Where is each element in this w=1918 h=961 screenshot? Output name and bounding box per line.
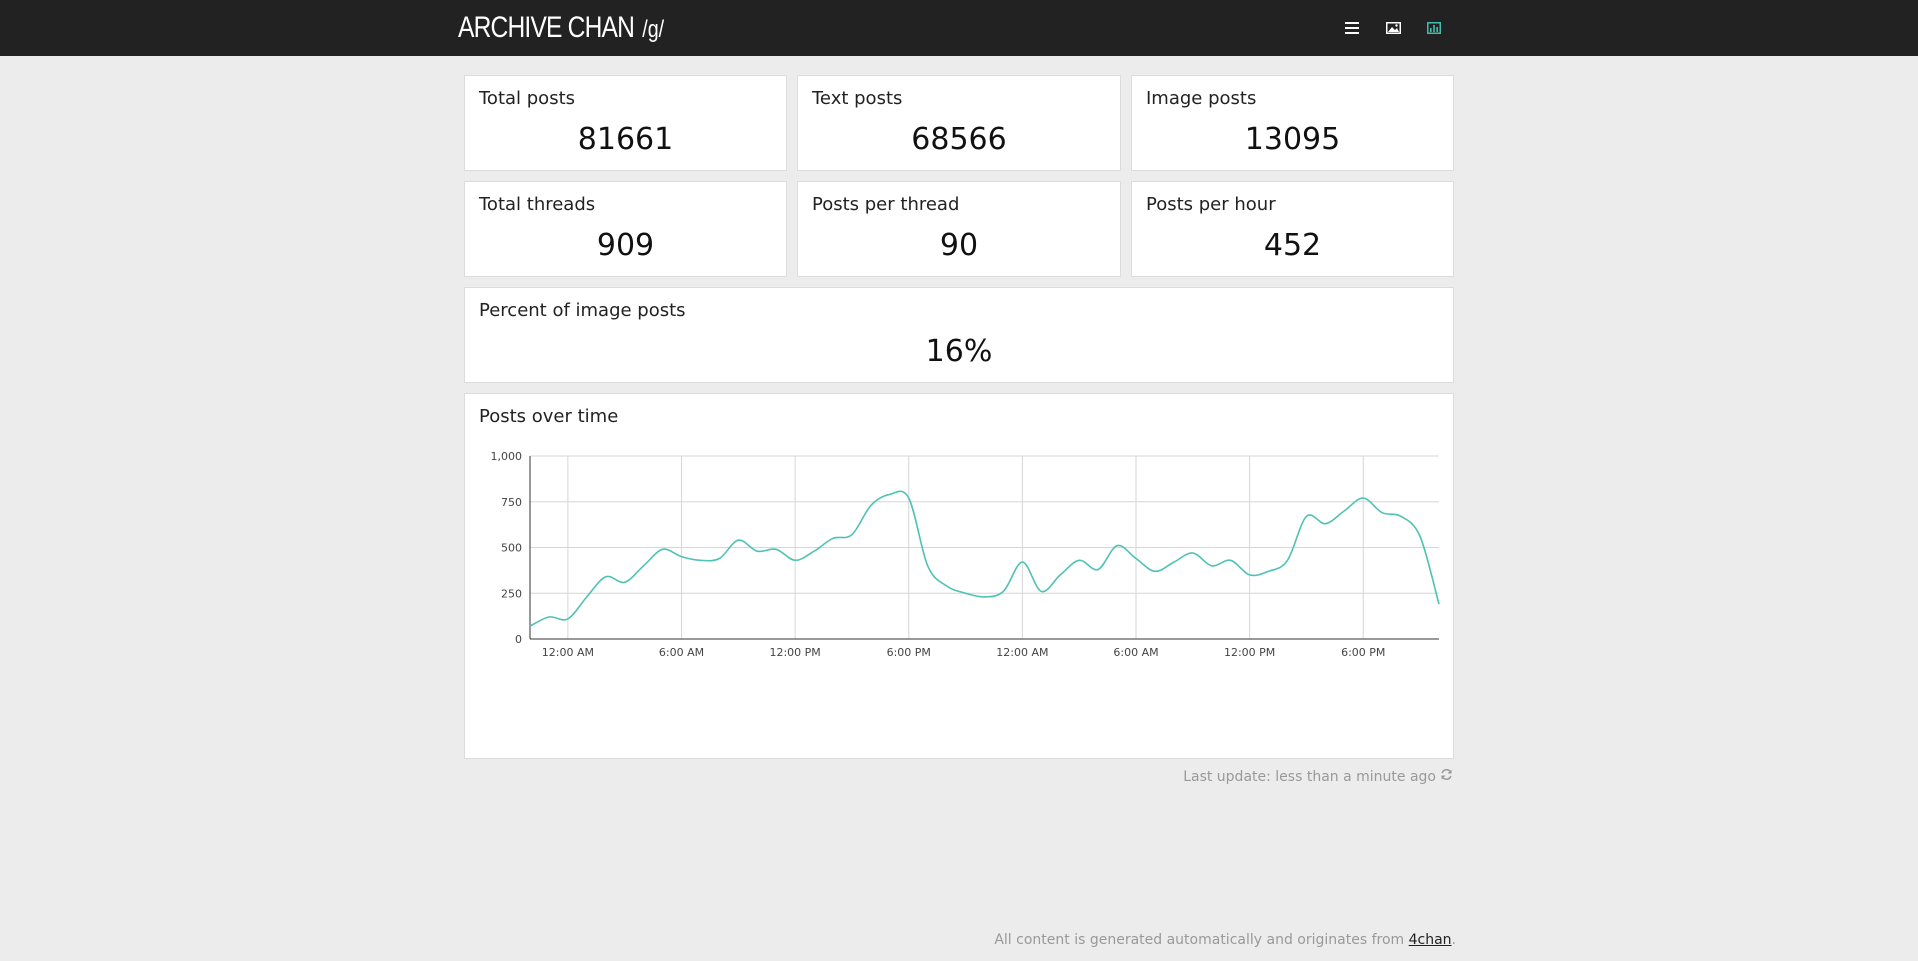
stat-card-text-posts: Text posts 68566 [797, 75, 1121, 171]
image-icon[interactable] [1381, 16, 1405, 40]
footer-note: All content is generated automatically a… [994, 932, 1456, 948]
stat-value: 90 [939, 228, 979, 263]
stat-card-total-threads: Total threads 909 [464, 181, 787, 277]
y-tick-label: 250 [501, 587, 522, 600]
x-tick-label: 6:00 AM [659, 646, 704, 659]
stat-card-posts-per-hour: Posts per hour 452 [1131, 181, 1454, 277]
stat-label: Total posts [479, 88, 576, 109]
x-tick-label: 12:00 PM [769, 646, 820, 659]
footer-note-prefix: All content is generated automatically a… [994, 932, 1409, 948]
stat-label: Posts per thread [812, 194, 960, 215]
stat-value: 13095 [1244, 122, 1341, 157]
posts-series-line [529, 490, 1440, 627]
stat-label: Posts per hour [1146, 194, 1276, 215]
y-tick-label: 750 [501, 496, 522, 509]
posts-over-time-chart: 0 250 500 750 1,000 12:00 AM 6:00 AM 12:00 PM 6:… [491, 450, 1440, 659]
list-icon[interactable] [1340, 16, 1364, 40]
source-link[interactable]: 4chan [1409, 932, 1452, 948]
stat-label: Image posts [1146, 88, 1257, 109]
brand-name[interactable]: ARCHIVE CHAN [458, 11, 635, 44]
bar-chart-icon[interactable] [1422, 16, 1446, 40]
x-tick-label: 12:00 PM [1224, 646, 1275, 659]
stat-label: Percent of image posts [479, 300, 686, 321]
x-tick-label: 6:00 PM [887, 646, 931, 659]
stat-value: 81661 [577, 122, 674, 157]
x-tick-label: 12:00 AM [542, 646, 594, 659]
stat-card-percent-image: Percent of image posts 16% [464, 287, 1454, 383]
stat-card-image-posts: Image posts 13095 [1131, 75, 1454, 171]
y-tick-label: 1,000 [491, 450, 523, 463]
stat-card-posts-per-thread: Posts per thread 90 [797, 181, 1121, 277]
x-tick-label: 6:00 PM [1341, 646, 1385, 659]
stat-value: 68566 [911, 122, 1007, 157]
top-navbar: ARCHIVE CHAN/g/ [0, 0, 1918, 56]
y-tick-label: 500 [501, 542, 522, 555]
stat-label: Text posts [812, 88, 903, 109]
last-update-text: Last update: less than a minute ago [1183, 768, 1436, 785]
stat-value: 16% [925, 334, 993, 369]
refresh-icon[interactable] [1440, 768, 1453, 785]
board-name[interactable]: /g/ [642, 16, 664, 43]
stat-label: Total threads [479, 194, 596, 215]
footer-note-suffix: . [1451, 932, 1456, 948]
stat-card-total-posts: Total posts 81661 [464, 75, 787, 171]
stat-value: 909 [596, 228, 655, 263]
y-tick-label: 0 [515, 633, 522, 646]
posts-over-time-card: Posts over time 0 250 500 750 1,000 12:00 AM 6… [464, 393, 1454, 759]
x-tick-label: 6:00 AM [1113, 646, 1158, 659]
x-tick-label: 12:00 AM [996, 646, 1048, 659]
last-update: Last update: less than a minute ago [1183, 768, 1453, 785]
site-brand[interactable]: ARCHIVE CHAN/g/ [458, 11, 664, 47]
stat-value: 452 [1263, 228, 1322, 263]
